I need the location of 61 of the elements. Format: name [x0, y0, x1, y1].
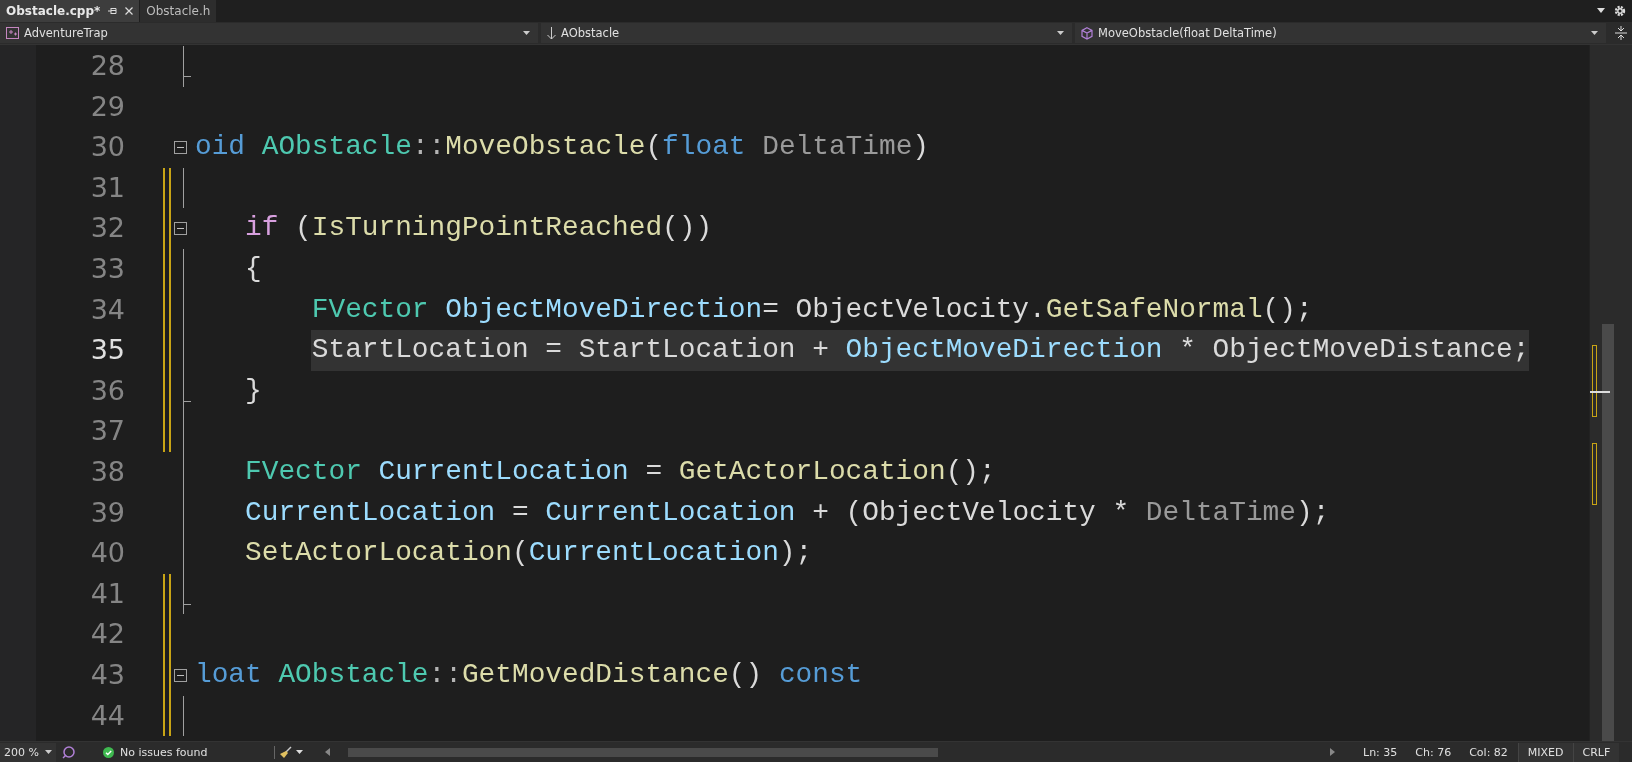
caret-icon: [1591, 31, 1598, 35]
code-line: loat AObstacle::GetMovedDistance() const: [194, 657, 863, 692]
line-number: 43: [89, 657, 125, 692]
caret-icon: [45, 750, 52, 754]
whitespace-indicator[interactable]: MIXED: [1517, 742, 1573, 762]
member-dropdown[interactable]: MoveObstacle(float DeltaTime): [1075, 23, 1606, 43]
caret-icon: [296, 750, 303, 754]
issues-indicator[interactable]: No issues found: [103, 745, 263, 759]
line-number: 41: [89, 576, 125, 611]
code-line: SetActorLocation(CurrentLocation);: [244, 536, 813, 571]
horizontal-scrollbar[interactable]: [325, 747, 1335, 757]
collapse-icon[interactable]: [174, 141, 187, 154]
code-line: oid AObstacle::MoveObstacle(float DeltaTime): [194, 130, 930, 165]
project-icon: [6, 27, 19, 39]
down-arrow-icon: [547, 26, 556, 40]
dropdown-arrow-icon[interactable]: [1596, 8, 1606, 14]
code-line: if (IsTurningPointReached()): [244, 211, 713, 246]
line-number: 28: [89, 49, 125, 83]
line-number: 44: [89, 698, 125, 733]
line-number: 39: [89, 495, 125, 530]
code-line: FVector CurrentLocation = GetActorLocation();: [244, 454, 996, 489]
caret-icon: [523, 31, 530, 35]
scroll-left-icon[interactable]: [325, 748, 330, 756]
char-indicator[interactable]: Ch: 76: [1415, 745, 1452, 759]
line-number: 31: [89, 170, 125, 205]
file-tab[interactable]: Obstacle.h: [140, 0, 218, 22]
line-indicator[interactable]: Ln: 35: [1363, 745, 1398, 759]
column-indicator[interactable]: Col: 82: [1469, 745, 1508, 759]
vertical-scrollbar[interactable]: [1589, 45, 1632, 741]
collapse-icon[interactable]: [174, 222, 187, 236]
line-number: 36: [89, 373, 125, 408]
line-number: 40: [89, 536, 125, 571]
line-number: 38: [89, 454, 125, 489]
line-number: 37: [89, 414, 125, 449]
line-number: 32: [89, 211, 125, 246]
file-tab[interactable]: Obstacle.cpp*: [0, 0, 141, 22]
class-dropdown[interactable]: AObstacle: [541, 23, 1072, 43]
close-icon[interactable]: [125, 7, 134, 15]
line-number: 34: [89, 292, 125, 327]
pin-icon[interactable]: [108, 7, 118, 15]
settings-icon[interactable]: [1614, 5, 1626, 17]
code-line: CurrentLocation = CurrentLocation + (ObjectVelocity * DeltaTime);: [244, 495, 1330, 530]
collapse-icon[interactable]: [174, 668, 187, 682]
check-icon: [103, 746, 114, 758]
project-dropdown[interactable]: AdventureTrap: [0, 23, 538, 43]
line-number: 30: [89, 130, 125, 165]
zoom-dropdown[interactable]: 200 %: [0, 742, 56, 762]
assistant-icon[interactable]: [62, 745, 75, 759]
scroll-right-icon[interactable]: [1330, 748, 1335, 756]
line-number: 35: [89, 333, 125, 368]
code-line: {: [244, 251, 262, 286]
caret-icon: [1057, 31, 1064, 35]
code-line: }: [244, 373, 262, 408]
cube-icon: [1081, 26, 1093, 40]
code-line: FVector ObjectMoveDirection= ObjectVelocity.GetSafeNormal();: [310, 292, 1313, 327]
line-number: 29: [89, 89, 125, 124]
line-number: 33: [89, 251, 125, 286]
split-view-icon[interactable]: [1615, 26, 1627, 40]
broom-icon: [279, 745, 292, 759]
line-ending-indicator[interactable]: CRLF: [1572, 742, 1620, 762]
line-number: 42: [89, 617, 125, 652]
